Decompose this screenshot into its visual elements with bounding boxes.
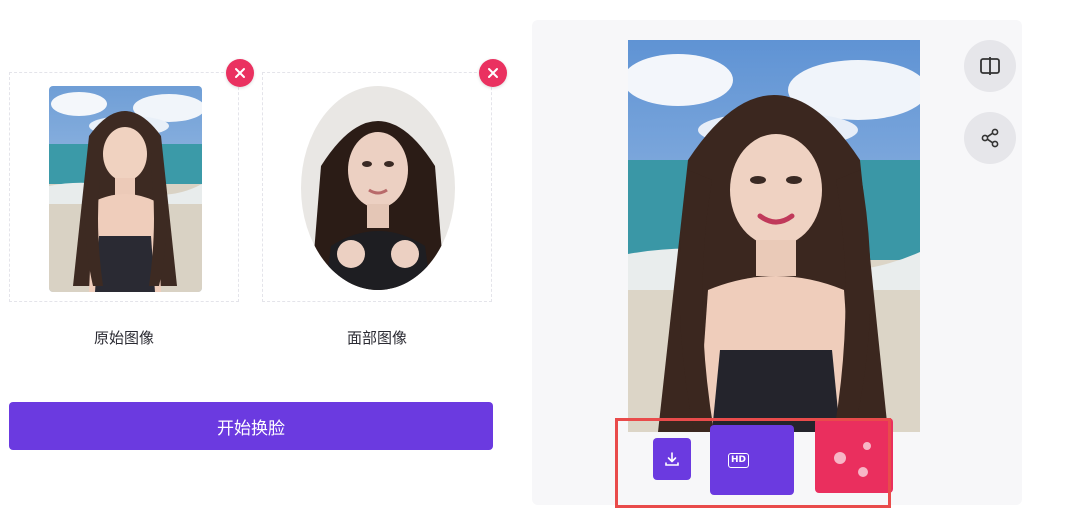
dice-icon	[834, 442, 871, 477]
face-image-thumbnail	[301, 86, 455, 290]
share-button[interactable]	[964, 112, 1016, 164]
compare-icon	[980, 57, 1000, 75]
original-image-thumbnail	[49, 86, 202, 292]
result-image	[628, 40, 920, 432]
start-face-swap-button[interactable]: 开始换脸	[9, 402, 493, 450]
hd-download-button[interactable]: HD	[710, 425, 794, 495]
face-swap-app: 原始图像 面部图像 开始换脸 HD	[0, 0, 1080, 525]
face-image-card[interactable]	[262, 72, 492, 302]
download-button[interactable]	[653, 438, 691, 480]
original-image-caption: 原始图像	[93, 329, 154, 347]
close-icon	[235, 68, 245, 78]
share-icon	[981, 128, 999, 148]
compare-button[interactable]	[964, 40, 1016, 92]
remove-original-button[interactable]	[226, 59, 254, 87]
face-image-caption: 面部图像	[346, 329, 407, 347]
download-icon	[665, 452, 679, 466]
close-icon	[488, 68, 498, 78]
random-swap-button[interactable]	[815, 418, 893, 493]
remove-face-button[interactable]	[479, 59, 507, 87]
hd-badge: HD	[728, 453, 750, 468]
original-image-card[interactable]	[9, 72, 239, 302]
